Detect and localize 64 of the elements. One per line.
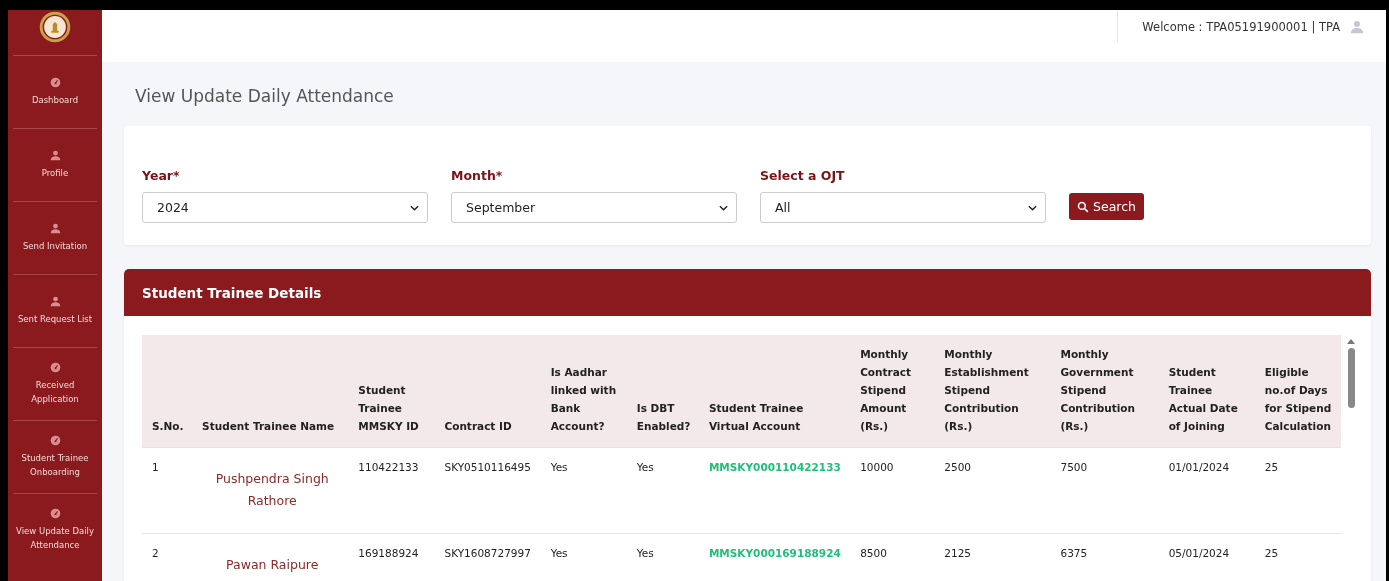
table-cell: 6375 bbox=[1060, 547, 1088, 559]
select-field[interactable]: 2024 bbox=[142, 192, 428, 223]
column-header: Student Trainee Actual Date of Joining bbox=[1158, 335, 1255, 448]
field-label: Year* bbox=[142, 168, 181, 183]
trainee-name: Pawan Raipure bbox=[226, 557, 319, 572]
gauge-icon bbox=[49, 77, 61, 88]
caret-icon bbox=[410, 204, 419, 211]
column-header: Is DBT Enabled? bbox=[626, 335, 699, 448]
virtual-account: MMSKY000169188924 bbox=[708, 547, 841, 559]
virtual-account: MMSKY000110422133 bbox=[708, 461, 841, 473]
gauge-icon bbox=[49, 362, 61, 373]
table-cell: 7500 bbox=[1060, 461, 1088, 473]
table-cell: 110422133 bbox=[358, 461, 419, 473]
sidebar-item[interactable]: Student Trainee Onboarding bbox=[13, 420, 97, 493]
sidebar-item[interactable]: Profile bbox=[13, 128, 97, 201]
card-title: Student Trainee Details bbox=[142, 284, 322, 301]
column-header: Student Trainee MMSKY ID bbox=[348, 335, 435, 448]
table-cell: 2 bbox=[152, 547, 159, 559]
column-header: Monthly Establishment Stipend Contribution (Rs.) bbox=[934, 335, 1051, 448]
table-cell: 8500 bbox=[860, 547, 887, 559]
table-cell: 05/01/2024 bbox=[1168, 547, 1230, 559]
table-cell: 01/01/2024 bbox=[1168, 461, 1230, 473]
caret-icon bbox=[719, 204, 728, 211]
column-header: Contract ID bbox=[434, 335, 541, 448]
column-header: Monthly Contract Stipend Amount (Rs.) bbox=[850, 335, 935, 448]
select-field[interactable]: All bbox=[760, 192, 1046, 223]
field-label: Select a OJT bbox=[760, 168, 846, 183]
table-cell: 10000 bbox=[860, 461, 894, 473]
person-icon bbox=[49, 223, 61, 234]
table-cell: Yes bbox=[550, 547, 568, 559]
table-cell: 1 bbox=[152, 461, 159, 473]
table-cell: 2500 bbox=[944, 461, 971, 473]
table-cell: 2125 bbox=[944, 547, 971, 559]
table-cell: Yes bbox=[636, 547, 654, 559]
gauge-icon bbox=[49, 435, 61, 446]
sidebar-item[interactable]: Dashboard bbox=[13, 55, 97, 128]
table-cell: SKY1608727997 bbox=[444, 547, 531, 559]
table-cell: Yes bbox=[636, 461, 654, 473]
person-icon bbox=[49, 296, 61, 307]
sidebar-item[interactable]: Received Application bbox=[13, 347, 97, 420]
page-title: View Update Daily Attendance bbox=[135, 86, 395, 108]
search-icon bbox=[1077, 200, 1089, 213]
sidebar-item[interactable]: Sent Request List bbox=[13, 274, 97, 347]
sidebar-item[interactable]: View Update Daily Attendance bbox=[13, 493, 97, 566]
table-cell: Yes bbox=[550, 461, 568, 473]
search-button[interactable]: Search bbox=[1069, 193, 1144, 220]
trainee-name: Pushpendra Singh Rathore bbox=[215, 471, 329, 508]
column-header: Student Trainee Name bbox=[192, 335, 349, 448]
person-icon bbox=[49, 150, 61, 161]
column-header: S.No. bbox=[142, 335, 193, 448]
column-header: Student Trainee Virtual Account bbox=[698, 335, 851, 448]
column-header: Monthly Government Stipend Contribution (Rs.) bbox=[1050, 335, 1159, 448]
caret-icon bbox=[1028, 204, 1037, 211]
column-header: Eligible no.of Days for Stipend Calculation bbox=[1254, 335, 1341, 448]
select-field[interactable]: September bbox=[451, 192, 737, 223]
field-label: Month* bbox=[451, 168, 504, 183]
table-cell: 25 bbox=[1264, 547, 1279, 559]
table-cell: SKY0510116495 bbox=[444, 461, 531, 473]
table-cell: 169188924 bbox=[358, 547, 419, 559]
sidebar-item[interactable]: Send Invitation bbox=[13, 201, 97, 274]
column-header: Is Aadhar linked with Bank Account? bbox=[540, 335, 627, 448]
table-cell: 25 bbox=[1264, 461, 1279, 473]
welcome-text: Welcome : TPA05191900001 | TPA bbox=[1142, 19, 1340, 34]
gauge-icon bbox=[49, 508, 61, 519]
